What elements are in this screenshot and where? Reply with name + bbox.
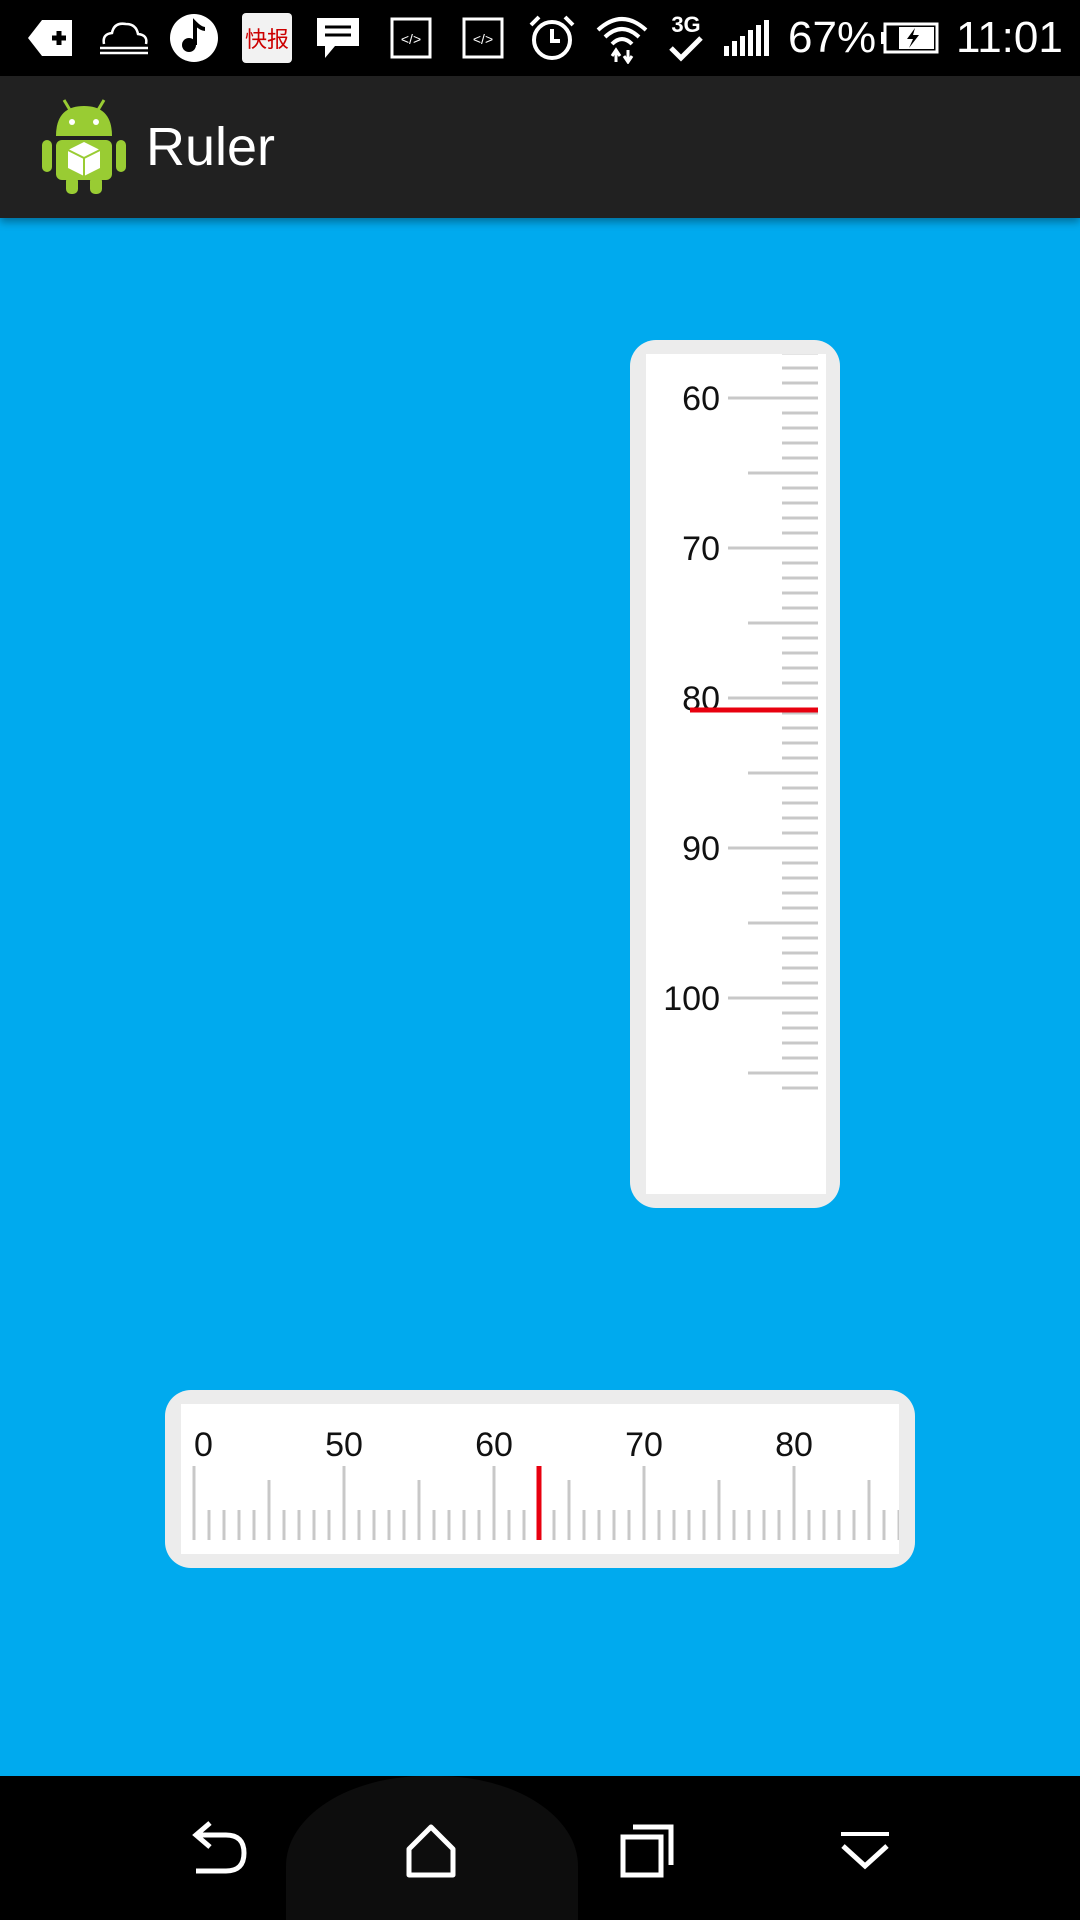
android-icon (40, 96, 128, 196)
app-title: Ruler (146, 117, 276, 177)
svg-text:</>: </> (473, 31, 493, 47)
music-icon (168, 12, 220, 64)
navigation-bar (0, 1776, 1080, 1920)
clock: 11:01 (956, 13, 1063, 62)
battery-icon (880, 12, 940, 64)
home-icon[interactable] (386, 1806, 476, 1896)
message-icon (312, 12, 364, 64)
battery-percent: 67% (788, 13, 877, 62)
horizontal-ruler-label: 70 (625, 1426, 663, 1464)
news-app-icon: 快报 (240, 12, 294, 64)
status-bar: 快报 </> </> 3G 67% 11:01 (0, 0, 1080, 76)
recent-apps-icon[interactable] (602, 1806, 692, 1896)
cloud-icon (96, 12, 152, 64)
news-app-label: 快报 (244, 28, 289, 53)
horizontal-ruler[interactable]: 0 50 60 70 80 (165, 1390, 915, 1568)
horizontal-ruler-svg: 0 50 60 70 80 (192, 1426, 899, 1540)
code-icon: </> (458, 12, 508, 64)
horizontal-ruler-label: 0 (194, 1426, 213, 1464)
horizontal-ruler-label: 80 (775, 1426, 813, 1464)
network-type: 3G (671, 12, 701, 37)
vertical-ruler-label: 70 (682, 530, 720, 568)
code-icon: </> (386, 12, 436, 64)
horizontal-ruler-label: 50 (325, 1426, 363, 1464)
vertical-ruler-label: 100 (663, 980, 720, 1018)
back-icon[interactable] (172, 1806, 262, 1896)
vertical-ruler-scale[interactable]: 60 70 80 90 100 (646, 354, 826, 1194)
svg-text:</>: </> (401, 31, 421, 47)
add-icon (26, 12, 76, 64)
vertical-ruler-svg: 60708090100 (663, 354, 818, 1090)
vertical-ruler[interactable]: 60 70 80 90 100 (630, 340, 840, 1208)
vertical-ruler-label: 60 (682, 380, 720, 418)
horizontal-ruler-scale[interactable]: 0 50 60 70 80 (181, 1404, 899, 1554)
vertical-ruler-label: 90 (682, 830, 720, 868)
wifi-icon (594, 12, 650, 64)
3g-icon: 3G (664, 12, 708, 64)
signal-icon (722, 12, 772, 64)
alarm-icon (526, 12, 578, 64)
action-bar: Ruler (0, 76, 1080, 218)
horizontal-ruler-label: 60 (475, 1426, 513, 1464)
menu-down-icon[interactable] (820, 1806, 910, 1896)
